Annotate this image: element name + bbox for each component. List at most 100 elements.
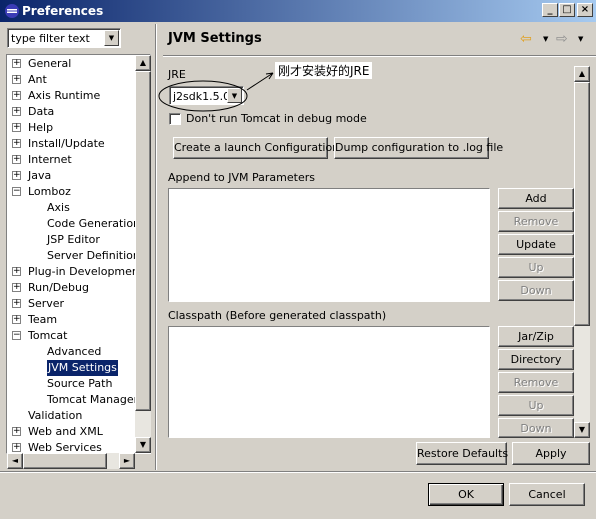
dialog-separator [0, 471, 596, 473]
add-param-button[interactable]: Add [498, 188, 574, 209]
tree-item[interactable]: + Web Services [7, 440, 150, 454]
debug-checkbox[interactable] [169, 113, 181, 125]
tree-item[interactable]: Source Path [7, 376, 150, 392]
jar-zip-button[interactable]: Jar/Zip [498, 326, 574, 347]
tree-item[interactable]: + Data [7, 104, 150, 120]
expand-icon[interactable]: + [12, 155, 21, 164]
tree-item[interactable]: + Axis Runtime [7, 88, 150, 104]
expand-icon[interactable]: + [12, 171, 21, 180]
expand-icon[interactable]: + [12, 267, 21, 276]
tree-item-label: JVM Settings [47, 360, 118, 376]
forward-dropdown-icon[interactable]: ▼ [578, 35, 583, 43]
tree-item[interactable]: JSP Editor [7, 232, 150, 248]
down-param-button[interactable]: Down [498, 280, 574, 301]
tree-item-label: Source Path [47, 377, 113, 390]
classpath-list[interactable] [168, 326, 490, 438]
tree-item[interactable]: + Internet [7, 152, 150, 168]
tree-vertical-scrollbar[interactable]: ▲ ▼ [135, 55, 151, 453]
tree-item[interactable]: JVM Settings [7, 360, 150, 376]
page-scroll-thumb[interactable] [574, 82, 590, 326]
expand-icon[interactable]: + [12, 443, 21, 452]
hscroll-thumb[interactable] [23, 453, 107, 469]
tree-item[interactable]: Advanced [7, 344, 150, 360]
tree-item-label: Web Services [28, 441, 102, 454]
collapse-icon[interactable]: − [12, 331, 21, 340]
tree-item-label: Ant [28, 73, 47, 86]
tree-horizontal-scrollbar[interactable]: ◄ ► [7, 453, 135, 469]
expand-icon[interactable]: + [12, 91, 21, 100]
scroll-down-icon[interactable]: ▼ [574, 422, 590, 438]
expand-icon[interactable]: + [12, 315, 21, 324]
back-dropdown-icon[interactable]: ▼ [543, 35, 548, 43]
tree-item-label: Server Definitions [47, 249, 146, 262]
cancel-button[interactable]: Cancel [509, 483, 585, 506]
jvm-params-list[interactable] [168, 188, 490, 302]
expand-icon[interactable]: + [12, 107, 21, 116]
tree-item[interactable]: + Install/Update [7, 136, 150, 152]
tree-item[interactable]: Axis [7, 200, 150, 216]
scroll-up-icon[interactable]: ▲ [135, 55, 151, 71]
tree-item[interactable]: Server Definitions [7, 248, 150, 264]
tree-item[interactable]: + Ant [7, 72, 150, 88]
tree-item[interactable]: − Lomboz [7, 184, 150, 200]
classpath-label: Classpath (Before generated classpath) [168, 309, 387, 322]
apply-button[interactable]: Apply [512, 442, 590, 465]
tree-item[interactable]: + Team [7, 312, 150, 328]
tree-item-label: Code Generation [47, 217, 141, 230]
tree-item-label: Data [28, 105, 55, 118]
update-param-button[interactable]: Update [498, 234, 574, 255]
remove-param-button[interactable]: Remove [498, 211, 574, 232]
expand-icon[interactable]: + [12, 139, 21, 148]
tree-item-label: Advanced [47, 345, 102, 358]
scroll-up-icon[interactable]: ▲ [574, 66, 590, 82]
forward-arrow-icon[interactable]: ⇨ [556, 31, 568, 47]
tree-item-label: Install/Update [28, 137, 105, 150]
tree-item[interactable]: − Tomcat [7, 328, 150, 344]
scroll-thumb[interactable] [135, 71, 151, 411]
scroll-right-icon[interactable]: ► [119, 453, 135, 469]
ok-button[interactable]: OK [428, 483, 504, 506]
title-bar: Preferences _ □ × [0, 0, 596, 22]
tree-item[interactable]: + Server [7, 296, 150, 312]
filter-combo[interactable]: type filter text ▼ [7, 28, 121, 48]
tree-item[interactable]: + General [7, 56, 150, 72]
dump-config-button[interactable]: Dump configuration to .log file [334, 137, 503, 159]
directory-button[interactable]: Directory [498, 349, 574, 370]
tree-item-label: Validation [28, 409, 83, 422]
tree-item[interactable]: Validation [7, 408, 150, 424]
up-param-button[interactable]: Up [498, 257, 574, 278]
page-vertical-scrollbar[interactable]: ▲ ▼ [574, 66, 590, 438]
expand-icon[interactable]: + [12, 427, 21, 436]
up-classpath-button[interactable]: Up [498, 395, 574, 416]
tree-item[interactable]: Tomcat Manager A [7, 392, 150, 408]
scroll-left-icon[interactable]: ◄ [7, 453, 23, 469]
expand-icon[interactable]: + [12, 283, 21, 292]
down-classpath-button[interactable]: Down [498, 418, 574, 438]
collapse-icon[interactable]: − [12, 187, 21, 196]
close-button[interactable]: × [577, 3, 593, 17]
tree-item[interactable]: + Web and XML [7, 424, 150, 440]
back-arrow-icon[interactable]: ⇦ [520, 31, 532, 47]
expand-icon[interactable]: + [12, 299, 21, 308]
chevron-down-icon[interactable]: ▼ [104, 30, 119, 46]
restore-defaults-button[interactable]: Restore Defaults [416, 442, 508, 465]
tree-item[interactable]: + Help [7, 120, 150, 136]
preferences-tree[interactable]: + General + Ant + Axis Runtime + Data + Help + Inst… [6, 54, 151, 454]
expand-icon[interactable]: + [12, 59, 21, 68]
scroll-down-icon[interactable]: ▼ [135, 437, 151, 453]
create-launch-button[interactable]: Create a launch Configuration [173, 137, 339, 159]
minimize-button[interactable]: _ [542, 3, 558, 17]
maximize-button[interactable]: □ [559, 3, 575, 17]
tree-item-label: JSP Editor [47, 233, 100, 246]
tree-item-label: Server [28, 297, 65, 310]
expand-icon[interactable]: + [12, 75, 21, 84]
tree-item[interactable]: + Run/Debug [7, 280, 150, 296]
page-title: JVM Settings [168, 31, 262, 46]
remove-classpath-button[interactable]: Remove [498, 372, 574, 393]
tree-item-label: Help [28, 121, 54, 134]
filter-input[interactable]: type filter text [11, 32, 90, 45]
expand-icon[interactable]: + [12, 123, 21, 132]
tree-item[interactable]: Code Generation [7, 216, 150, 232]
tree-item[interactable]: + Java [7, 168, 150, 184]
tree-item[interactable]: + Plug-in Development [7, 264, 150, 280]
